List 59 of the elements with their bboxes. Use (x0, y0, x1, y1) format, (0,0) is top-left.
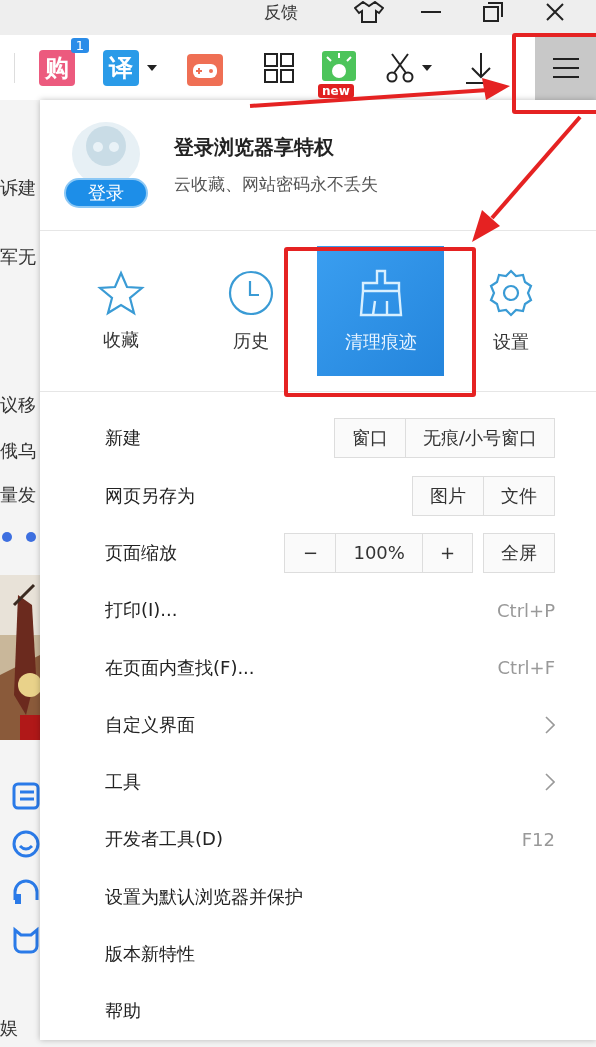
shortcut-text: F12 (521, 828, 555, 850)
caret-icon[interactable] (147, 64, 157, 71)
page-text: 娱 (0, 1016, 19, 1040)
page-text: 诉建 (0, 176, 37, 200)
menu-option-button[interactable]: 全屏 (484, 533, 554, 572)
shirt-icon[interactable] (354, 0, 384, 23)
shortcut-text: Ctrl+P (497, 599, 555, 621)
cat-face-icon[interactable] (12, 926, 40, 954)
menu-icon (552, 56, 579, 79)
maximize-icon[interactable] (483, 1, 503, 22)
shortcut-text: Ctrl+F (497, 657, 555, 679)
menu-item[interactable]: 在页面内查找(F)... (105, 655, 255, 680)
menu-option-button[interactable]: 图片 (413, 476, 483, 515)
quick-action-label: 清理痕迹 (344, 329, 417, 354)
menu-option-button[interactable]: 文件 (483, 476, 554, 515)
headphones-icon[interactable] (12, 878, 40, 906)
menu-button[interactable] (535, 35, 596, 100)
dot-icon (26, 532, 36, 542)
menu-item[interactable]: 帮助 (105, 999, 141, 1024)
menu-option-button[interactable]: 窗口 (334, 419, 405, 458)
menu-option-button[interactable]: − (285, 533, 336, 572)
star-icon (96, 269, 145, 316)
close-icon[interactable] (545, 1, 565, 22)
login-subtitle: 云收藏、网站密码永不丢失 (174, 173, 378, 197)
quick-action[interactable]: 收藏 (57, 245, 184, 376)
clock-icon (226, 268, 275, 317)
feedback-link[interactable]: 反馈 (264, 1, 298, 24)
menu-option-button[interactable]: 100% (335, 533, 422, 572)
dot-icon (2, 532, 12, 542)
list-icon[interactable] (12, 782, 40, 810)
page-text: 俄乌 (0, 439, 37, 463)
login-title[interactable]: 登录浏览器享特权 (174, 134, 378, 162)
quick-action-label: 历史 (232, 328, 269, 353)
menu-item[interactable]: 设置为默认浏览器并保护 (105, 884, 303, 909)
menu-option-button[interactable]: + (421, 533, 472, 572)
grid-icon[interactable] (264, 52, 294, 83)
menu-item[interactable]: 网页另存为 (105, 483, 195, 508)
menu-item[interactable]: 工具 (105, 770, 141, 795)
menu-item[interactable]: 新建 (105, 426, 141, 451)
page-text: 量发 (0, 483, 37, 507)
menu-item[interactable]: 开发者工具(D) (105, 827, 223, 852)
quick-action-label: 设置 (492, 329, 529, 354)
chevron-right-icon (545, 773, 555, 792)
page-text: 军无 (0, 245, 37, 269)
menu-item[interactable]: 版本新特性 (105, 942, 195, 967)
menu-item[interactable]: 自定义界面 (105, 712, 195, 737)
quick-action[interactable]: 历史 (187, 245, 314, 376)
chevron-right-icon (545, 715, 555, 734)
menu-option-button[interactable]: 无痕/小号窗口 (404, 419, 554, 458)
count-badge: 1 (70, 37, 89, 53)
smiley-icon[interactable] (12, 830, 40, 858)
quick-action[interactable]: 设置 (447, 245, 574, 376)
page-text: 议移 (0, 393, 37, 417)
scissors-icon[interactable] (386, 52, 414, 83)
caret-icon[interactable] (422, 64, 432, 71)
new-badge: new (318, 83, 354, 98)
menu-item[interactable]: 页面缩放 (105, 540, 177, 565)
menu-item[interactable]: 打印(I)... (105, 598, 178, 623)
quick-action-label: 收藏 (102, 327, 139, 352)
